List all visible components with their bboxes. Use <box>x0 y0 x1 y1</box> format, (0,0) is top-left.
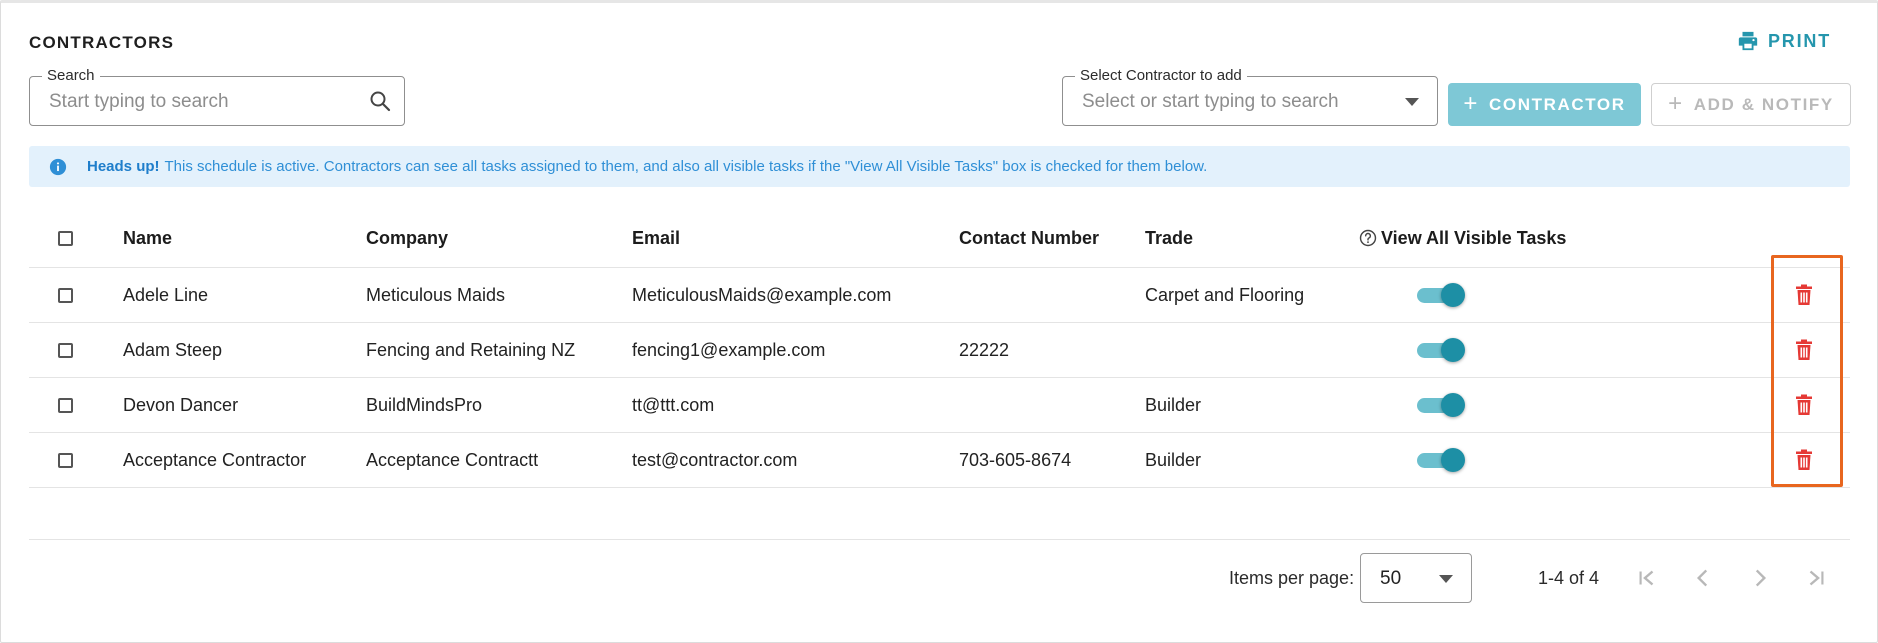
column-header-email[interactable]: Email <box>632 209 680 267</box>
row-checkbox[interactable] <box>58 342 73 358</box>
trash-icon[interactable] <box>1794 284 1814 306</box>
cell-trade: Carpet and Flooring <box>1145 284 1305 305</box>
cell-contact: 22222 <box>959 339 1010 360</box>
cell-email: test@contractor.com <box>632 449 798 470</box>
row-checkbox[interactable] <box>58 287 73 303</box>
cell-trade: Builder <box>1145 449 1202 470</box>
contractor-select-placeholder: Select or start typing to search <box>1082 91 1339 112</box>
items-per-page-value: 50 <box>1380 568 1402 589</box>
table-header-row: Name Company Email Contact Number Trade … <box>29 209 1850 268</box>
next-page-button[interactable] <box>1747 565 1773 591</box>
items-per-page-select[interactable]: 50 <box>1360 553 1472 603</box>
chevron-left-icon <box>1696 569 1708 587</box>
search-placeholder: Start typing to search <box>49 91 229 112</box>
previous-page-button[interactable] <box>1690 565 1716 591</box>
page-range-label: 1-4 of 4 <box>1538 568 1600 588</box>
column-header-company[interactable]: Company <box>366 209 448 267</box>
last-page-icon <box>1809 570 1824 586</box>
table-footer-divider <box>29 488 1850 540</box>
contractors-card: CONTRACTORS PRINT Search Start typing to… <box>0 0 1878 643</box>
add-notify-label: ADD & NOTIFY <box>1693 94 1834 114</box>
search-legend: Search <box>42 68 100 84</box>
alert-heading: Heads up! <box>87 158 160 175</box>
last-page-button[interactable] <box>1804 565 1830 591</box>
contractor-select[interactable]: Select Contractor to add Select or start… <box>1062 68 1438 126</box>
cell-email: MeticulousMaids@example.com <box>632 284 892 305</box>
trash-icon[interactable] <box>1794 449 1814 471</box>
add-contractor-button[interactable]: + CONTRACTOR <box>1448 83 1641 126</box>
paginator: Items per page: 50 1-4 of 4 <box>1 553 1878 603</box>
column-header-contact[interactable]: Contact Number <box>959 209 1099 267</box>
view-all-toggle[interactable] <box>1415 390 1465 420</box>
cell-email: tt@ttt.com <box>632 394 715 415</box>
cell-contact: 703-605-8674 <box>959 449 1072 470</box>
cell-name: Devon Dancer <box>123 394 239 415</box>
chevron-right-icon <box>1755 569 1767 587</box>
select-all-cell <box>58 209 73 267</box>
printer-icon <box>1738 31 1758 51</box>
chevron-down-icon[interactable] <box>1405 98 1419 106</box>
info-icon <box>49 158 67 175</box>
table-row: Adam Steep Fencing and Retaining NZ fenc… <box>29 323 1850 378</box>
select-all-checkbox[interactable] <box>58 230 73 246</box>
table-row: Devon Dancer BuildMindsPro tt@ttt.com Bu… <box>29 378 1850 433</box>
cell-trade: Builder <box>1145 394 1202 415</box>
first-page-button[interactable] <box>1633 565 1659 591</box>
trash-icon[interactable] <box>1794 394 1814 416</box>
column-header-trade[interactable]: Trade <box>1145 209 1193 267</box>
table-row: Acceptance Contractor Acceptance Contrac… <box>29 433 1850 488</box>
page-title: CONTRACTORS <box>29 33 175 52</box>
table-row: Adele Line Meticulous Maids MeticulousMa… <box>29 268 1850 323</box>
plus-icon: + <box>1463 89 1480 117</box>
help-icon[interactable] <box>1359 229 1377 247</box>
cell-company: BuildMindsPro <box>366 394 483 415</box>
trash-icon[interactable] <box>1794 339 1814 361</box>
contractor-select-legend: Select Contractor to add <box>1075 68 1247 84</box>
column-header-view-all: View All Visible Tasks <box>1359 209 1566 267</box>
cell-email: fencing1@example.com <box>632 339 826 360</box>
cell-name: Acceptance Contractor <box>123 449 307 470</box>
cell-name: Adam Steep <box>123 339 223 360</box>
plus-icon: + <box>1668 89 1684 117</box>
row-checkbox[interactable] <box>58 452 73 468</box>
view-all-toggle[interactable] <box>1415 280 1465 310</box>
chevron-down-icon[interactable] <box>1439 575 1453 583</box>
column-header-name[interactable]: Name <box>123 209 172 267</box>
column-header-view-all-label: View All Visible Tasks <box>1381 227 1567 248</box>
add-notify-button[interactable]: + ADD & NOTIFY <box>1651 83 1851 126</box>
cell-company: Meticulous Maids <box>366 284 506 305</box>
view-all-toggle[interactable] <box>1415 335 1465 365</box>
search-input[interactable]: Search Start typing to search <box>29 68 405 126</box>
add-contractor-label: CONTRACTOR <box>1489 94 1626 114</box>
contractors-table: Name Company Email Contact Number Trade … <box>29 209 1850 540</box>
print-button-label: PRINT <box>1768 30 1831 51</box>
info-alert: Heads up! This schedule is active. Contr… <box>29 146 1850 187</box>
cell-company: Acceptance Contractt <box>366 449 539 470</box>
print-button[interactable]: PRINT <box>1737 27 1831 55</box>
cell-company: Fencing and Retaining NZ <box>366 339 576 360</box>
row-checkbox[interactable] <box>58 397 73 413</box>
first-page-icon <box>1639 570 1654 586</box>
cell-name: Adele Line <box>123 284 209 305</box>
items-per-page-label: Items per page: <box>1229 568 1355 588</box>
search-icon[interactable] <box>368 89 392 113</box>
alert-message: This schedule is active. Contractors can… <box>164 158 1208 175</box>
view-all-toggle[interactable] <box>1415 445 1465 475</box>
